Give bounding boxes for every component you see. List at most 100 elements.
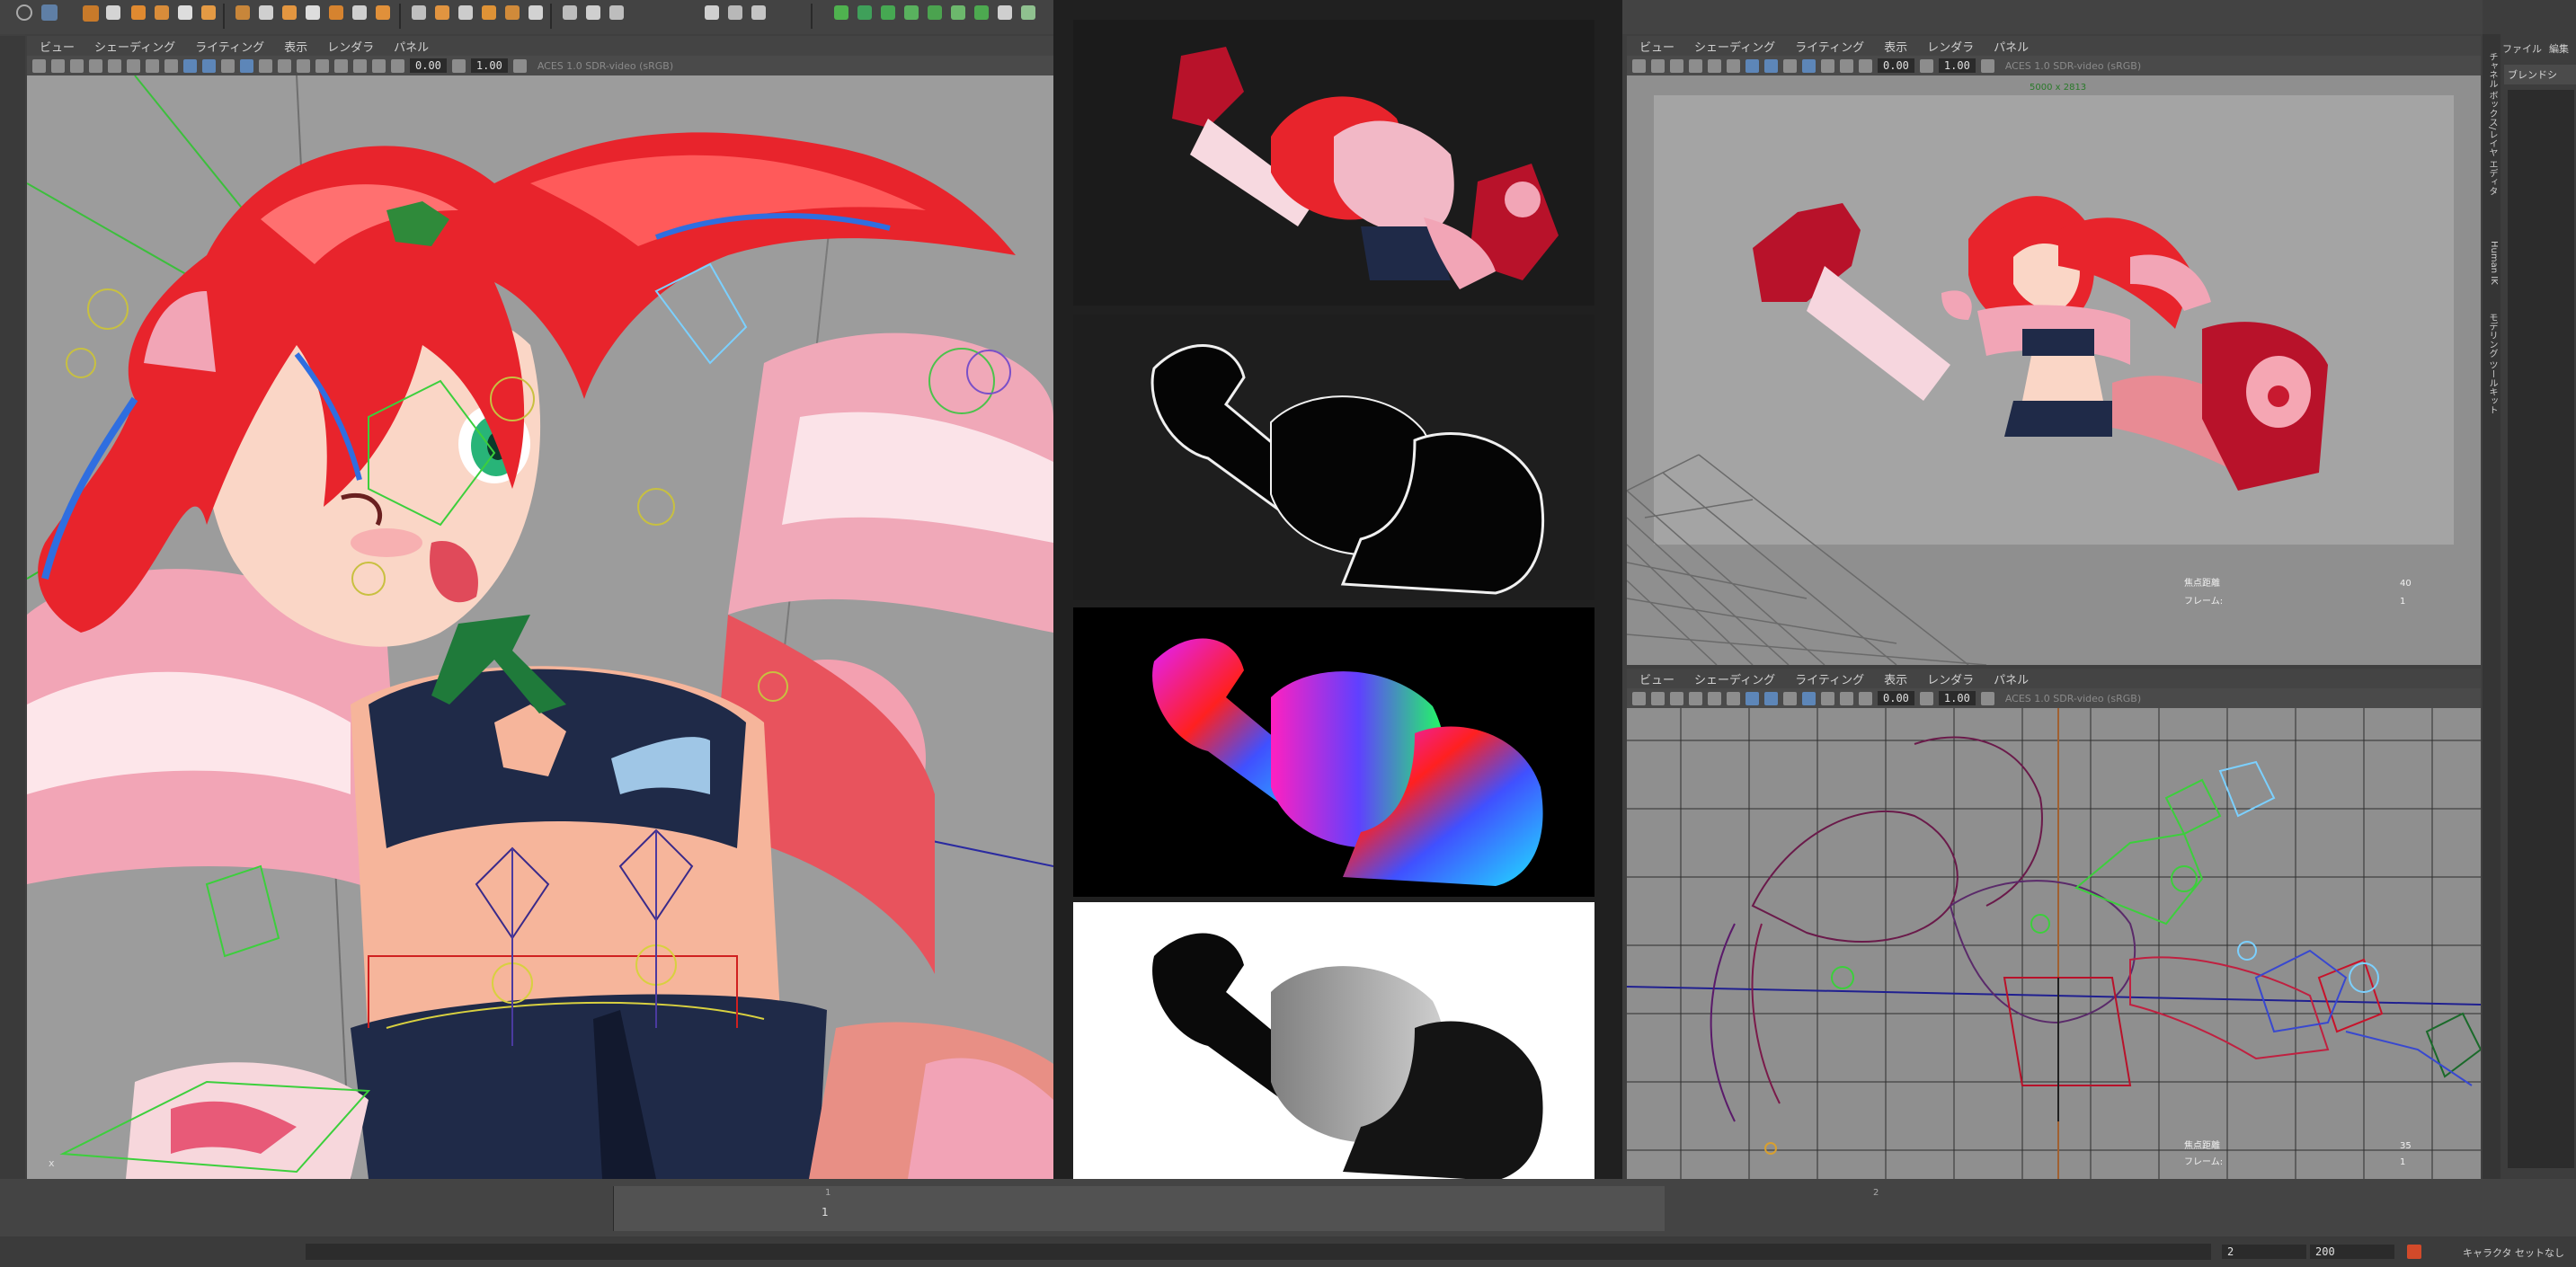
lattice-icon[interactable] [458, 5, 473, 20]
shadows-icon[interactable] [1821, 58, 1834, 73]
wrap-icon[interactable] [505, 5, 520, 20]
shadows-icon[interactable] [259, 58, 272, 73]
smooth-shade-icon[interactable] [202, 58, 216, 73]
colorspace-label[interactable]: ACES 1.0 SDR-video (sRGB) [537, 60, 673, 72]
smooth-shade-icon[interactable] [1764, 691, 1778, 705]
left-viewport-scene[interactable]: x [27, 75, 1053, 1179]
camera-attr-icon[interactable] [1632, 58, 1646, 73]
hypershade-icon[interactable] [904, 5, 919, 20]
character-set-icon[interactable] [2407, 1245, 2421, 1259]
bookmark-icon[interactable] [1651, 691, 1665, 705]
color-mgmt-icon[interactable] [512, 58, 527, 73]
image-plane-icon[interactable] [1670, 58, 1683, 73]
xray-icon[interactable] [353, 58, 367, 73]
menu-view[interactable]: ビュー [1639, 670, 1674, 687]
ao-icon[interactable] [278, 58, 291, 73]
gamma-icon[interactable] [451, 58, 466, 73]
normal-pass-image[interactable] [1073, 607, 1594, 897]
bookmark-icon[interactable] [51, 58, 65, 73]
textured-icon[interactable] [1783, 691, 1797, 705]
poly-sphere-icon[interactable] [155, 5, 169, 20]
vertical-tab-channelbox[interactable]: チャネル ボックス/レイヤ エディタ [2484, 52, 2499, 232]
perspective-scene[interactable]: 焦点距離 35 フレーム: 1 [1627, 708, 2481, 1179]
separate-icon[interactable] [352, 5, 367, 20]
field-chart-icon[interactable] [164, 58, 178, 73]
outline-pass-image[interactable] [1073, 315, 1594, 600]
textured-icon[interactable] [1783, 58, 1797, 73]
wireframe-icon[interactable] [183, 58, 197, 73]
menu-show[interactable]: 表示 [1884, 670, 1907, 687]
menu-shading[interactable]: シェーディング [1694, 38, 1775, 55]
image-plane-icon[interactable] [1670, 691, 1683, 705]
depth-pass-image[interactable] [1073, 902, 1594, 1195]
vertical-tab-modeling-toolkit[interactable]: モデリング ツールキット [2484, 313, 2499, 421]
range-end-field[interactable]: 200 [2310, 1245, 2394, 1259]
gamma-icon[interactable] [1919, 691, 1933, 705]
xray-joints-icon[interactable] [372, 58, 386, 73]
poly-plane-icon[interactable] [201, 5, 216, 20]
snap-icon[interactable] [609, 5, 624, 20]
menu-view[interactable]: ビュー [1639, 38, 1674, 55]
resolution-gate-icon[interactable] [127, 58, 140, 73]
menu-view[interactable]: ビュー [40, 38, 75, 55]
scale-tool-icon[interactable] [106, 5, 120, 20]
rotate-tool-icon[interactable] [83, 5, 99, 22]
resolution-gate-icon[interactable] [1727, 691, 1740, 705]
color-pass-image[interactable] [1073, 20, 1594, 306]
menu-shading[interactable]: シェーディング [1694, 670, 1775, 687]
exposure-icon[interactable] [391, 58, 404, 73]
resolution-gate-icon[interactable] [1727, 58, 1740, 73]
wireframe-icon[interactable] [1745, 691, 1759, 705]
render-settings-icon[interactable] [881, 5, 895, 20]
exposure-field[interactable]: 0.00 [410, 58, 447, 73]
aa-icon[interactable] [315, 58, 329, 73]
gamma-icon[interactable] [1919, 58, 1933, 73]
menu-panels[interactable]: パネル [1994, 670, 2029, 687]
film-gate-icon[interactable] [1708, 58, 1721, 73]
menu-lighting[interactable]: ライティング [1795, 670, 1864, 687]
bridge-icon[interactable] [306, 5, 320, 20]
colorspace-label[interactable]: ACES 1.0 SDR-video (sRGB) [2005, 60, 2141, 72]
grid-toggle-icon[interactable] [1689, 58, 1702, 73]
grid-icon[interactable] [586, 5, 600, 20]
film-gate-icon[interactable] [108, 58, 121, 73]
textured-icon[interactable] [221, 58, 235, 73]
gate-mask-icon[interactable] [146, 58, 159, 73]
paint-icon[interactable] [563, 5, 577, 20]
grid-toggle-icon[interactable] [1689, 691, 1702, 705]
grid-toggle-icon[interactable] [89, 58, 102, 73]
menu-file[interactable]: ファイル [2502, 41, 2542, 58]
smooth-shade-icon[interactable] [1764, 58, 1778, 73]
poly-cube-icon[interactable] [131, 5, 146, 20]
menu-panels[interactable]: パネル [1994, 38, 2029, 55]
render-icon[interactable] [834, 5, 848, 20]
colorspace-label[interactable]: ACES 1.0 SDR-video (sRGB) [2005, 693, 2141, 704]
vertical-tab-humanik[interactable]: Human IK [2484, 241, 2499, 304]
color-mgmt-icon[interactable] [1980, 691, 1994, 705]
cluster-icon[interactable] [482, 5, 496, 20]
lights-icon[interactable] [1802, 691, 1816, 705]
ipr-icon[interactable] [857, 5, 872, 20]
select-tool-icon[interactable] [16, 4, 32, 21]
gamma-field[interactable]: 1.00 [1938, 691, 1976, 705]
bevel-icon[interactable] [282, 5, 297, 20]
lights-icon[interactable] [240, 58, 253, 73]
menu-show[interactable]: 表示 [1884, 38, 1907, 55]
camera-view-scene[interactable]: 焦点距離 40 フレーム: 1 [1627, 95, 2481, 665]
menu-show[interactable]: 表示 [284, 38, 307, 55]
gamma-field[interactable]: 1.00 [470, 58, 508, 73]
exposure-field[interactable]: 0.00 [1878, 691, 1914, 705]
motion-blur-icon[interactable] [297, 58, 310, 73]
film-gate-icon[interactable] [1708, 691, 1721, 705]
ruler-icon[interactable] [728, 5, 742, 20]
isolate-icon[interactable] [334, 58, 348, 73]
camera-attr-icon[interactable] [32, 58, 46, 73]
xray-icon[interactable] [1840, 58, 1853, 73]
deform-icon[interactable] [235, 5, 250, 20]
menu-shading[interactable]: シェーディング [94, 38, 175, 55]
wireframe-icon[interactable] [1745, 58, 1759, 73]
uv-editor-icon[interactable] [412, 5, 426, 20]
menu-renderer[interactable]: レンダラ [1927, 670, 1974, 687]
close-x-icon[interactable] [1021, 5, 1035, 20]
move-tool-icon[interactable] [41, 4, 58, 21]
